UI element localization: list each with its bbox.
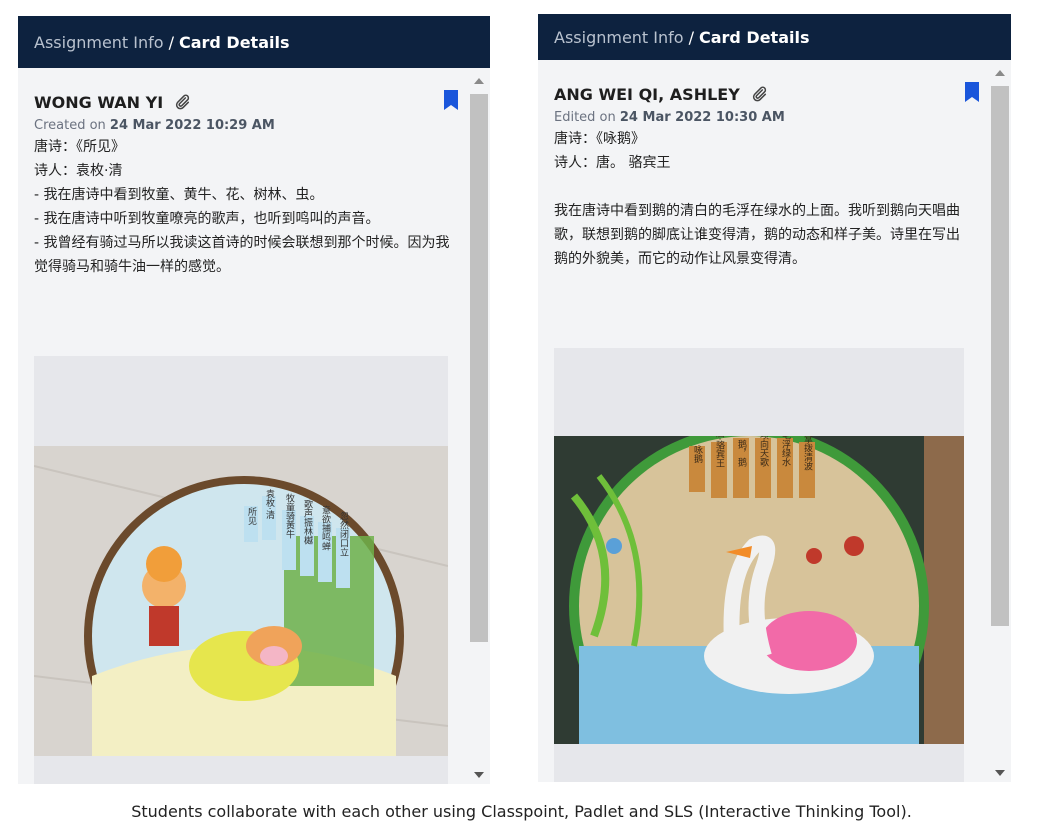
paperclip-icon[interactable] [173, 93, 191, 111]
bookmark-icon[interactable] [444, 90, 458, 110]
attachment-image-container[interactable]: 咏鹅 唐·骆宾王 鹅，鹅，鹅 曲项向天歌 白毛浮绿水 红掌拨清波 [554, 348, 964, 782]
card-body: ANG WEI QI, ASHLEY Edited on 24 Mar 2022… [538, 60, 989, 782]
breadcrumb-assignment-info[interactable]: Assignment Info [34, 33, 164, 52]
card-body: WONG WAN YI Created on 24 Mar 2022 10:29… [18, 68, 468, 784]
breadcrumb-assignment-info[interactable]: Assignment Info [554, 28, 684, 47]
attachment-image-container[interactable]: 所见 袁枚·清 牧童骑黄牛 歌声振林樾 意欲捕鸣蝉 忽然闭口立 [34, 356, 448, 784]
bookmark-icon[interactable] [965, 82, 979, 102]
scrollbar-thumb[interactable] [470, 94, 488, 642]
scroll-down-icon[interactable] [995, 770, 1005, 776]
artwork-label: 曲项向天歌 [758, 436, 769, 467]
scroll-up-icon[interactable] [995, 70, 1005, 76]
author-name: ANG WEI QI, ASHLEY [554, 84, 740, 104]
author-row: WONG WAN YI [34, 90, 452, 114]
paperclip-icon[interactable] [750, 85, 768, 103]
scrollbar-thumb[interactable] [991, 86, 1009, 626]
breadcrumb: Assignment Info / Card Details [18, 16, 490, 68]
scrollbar[interactable] [468, 68, 490, 784]
breadcrumb-card-details: Card Details [178, 32, 290, 52]
card-details-panel-1: Assignment Info / Card Details WONG WAN … [18, 16, 490, 784]
artwork-label: 所见 [246, 507, 257, 526]
meta-prefix: Edited on [554, 110, 616, 125]
artwork-label: 唐·骆宾王 [714, 436, 725, 467]
artwork-label: 意欲捕鸣蝉 [320, 504, 331, 551]
scroll-up-icon[interactable] [474, 78, 484, 84]
poem-artwork-photo: 所见 袁枚·清 牧童骑黄牛 歌声振林樾 意欲捕鸣蝉 忽然闭口立 [34, 446, 448, 756]
artwork-label: 袁枚·清 [264, 488, 275, 520]
author-name: WONG WAN YI [34, 92, 164, 112]
breadcrumb-card-details: Card Details [698, 27, 810, 47]
artwork-label: 咏鹅 [692, 445, 703, 464]
breadcrumb-separator: / [168, 32, 174, 52]
figure-caption: Students collaborate with each other usi… [131, 802, 912, 821]
breadcrumb: Assignment Info / Card Details [538, 14, 1011, 60]
card-content: 唐诗：《所见》 诗人：袁枚·清 - 我在唐诗中看到牧童、黄牛、花、树林、虫。 -… [34, 139, 450, 275]
artwork-label: 忽然闭口立 [338, 510, 349, 556]
artwork-label: 红掌拨清波 [802, 436, 813, 471]
scroll-down-icon[interactable] [474, 772, 484, 778]
artwork-label: 白毛浮绿水 [780, 436, 791, 467]
poem-artwork-photo: 咏鹅 唐·骆宾王 鹅，鹅，鹅 曲项向天歌 白毛浮绿水 红掌拨清波 [554, 436, 964, 744]
card-meta: Edited on 24 Mar 2022 10:30 AM [554, 110, 973, 125]
breadcrumb-separator: / [688, 27, 694, 47]
card-meta: Created on 24 Mar 2022 10:29 AM [34, 118, 452, 133]
artwork-label: 牧童骑黄牛 [284, 492, 295, 539]
author-row: ANG WEI QI, ASHLEY [554, 82, 973, 106]
card-content: 唐诗：《咏鹅》 诗人：唐。 骆宾王 我在唐诗中看到鹅的清白的毛浮在绿水的上面。我… [554, 131, 960, 267]
meta-date: 24 Mar 2022 10:30 AM [619, 110, 785, 125]
artwork-label: 鹅，鹅，鹅 [736, 436, 747, 467]
meta-date: 24 Mar 2022 10:29 AM [109, 118, 275, 133]
card-details-panel-2: Assignment Info / Card Details ANG WEI Q… [538, 14, 1011, 782]
scrollbar[interactable] [989, 60, 1011, 782]
artwork-label: 歌声振林樾 [302, 498, 313, 545]
meta-prefix: Created on [34, 118, 106, 133]
